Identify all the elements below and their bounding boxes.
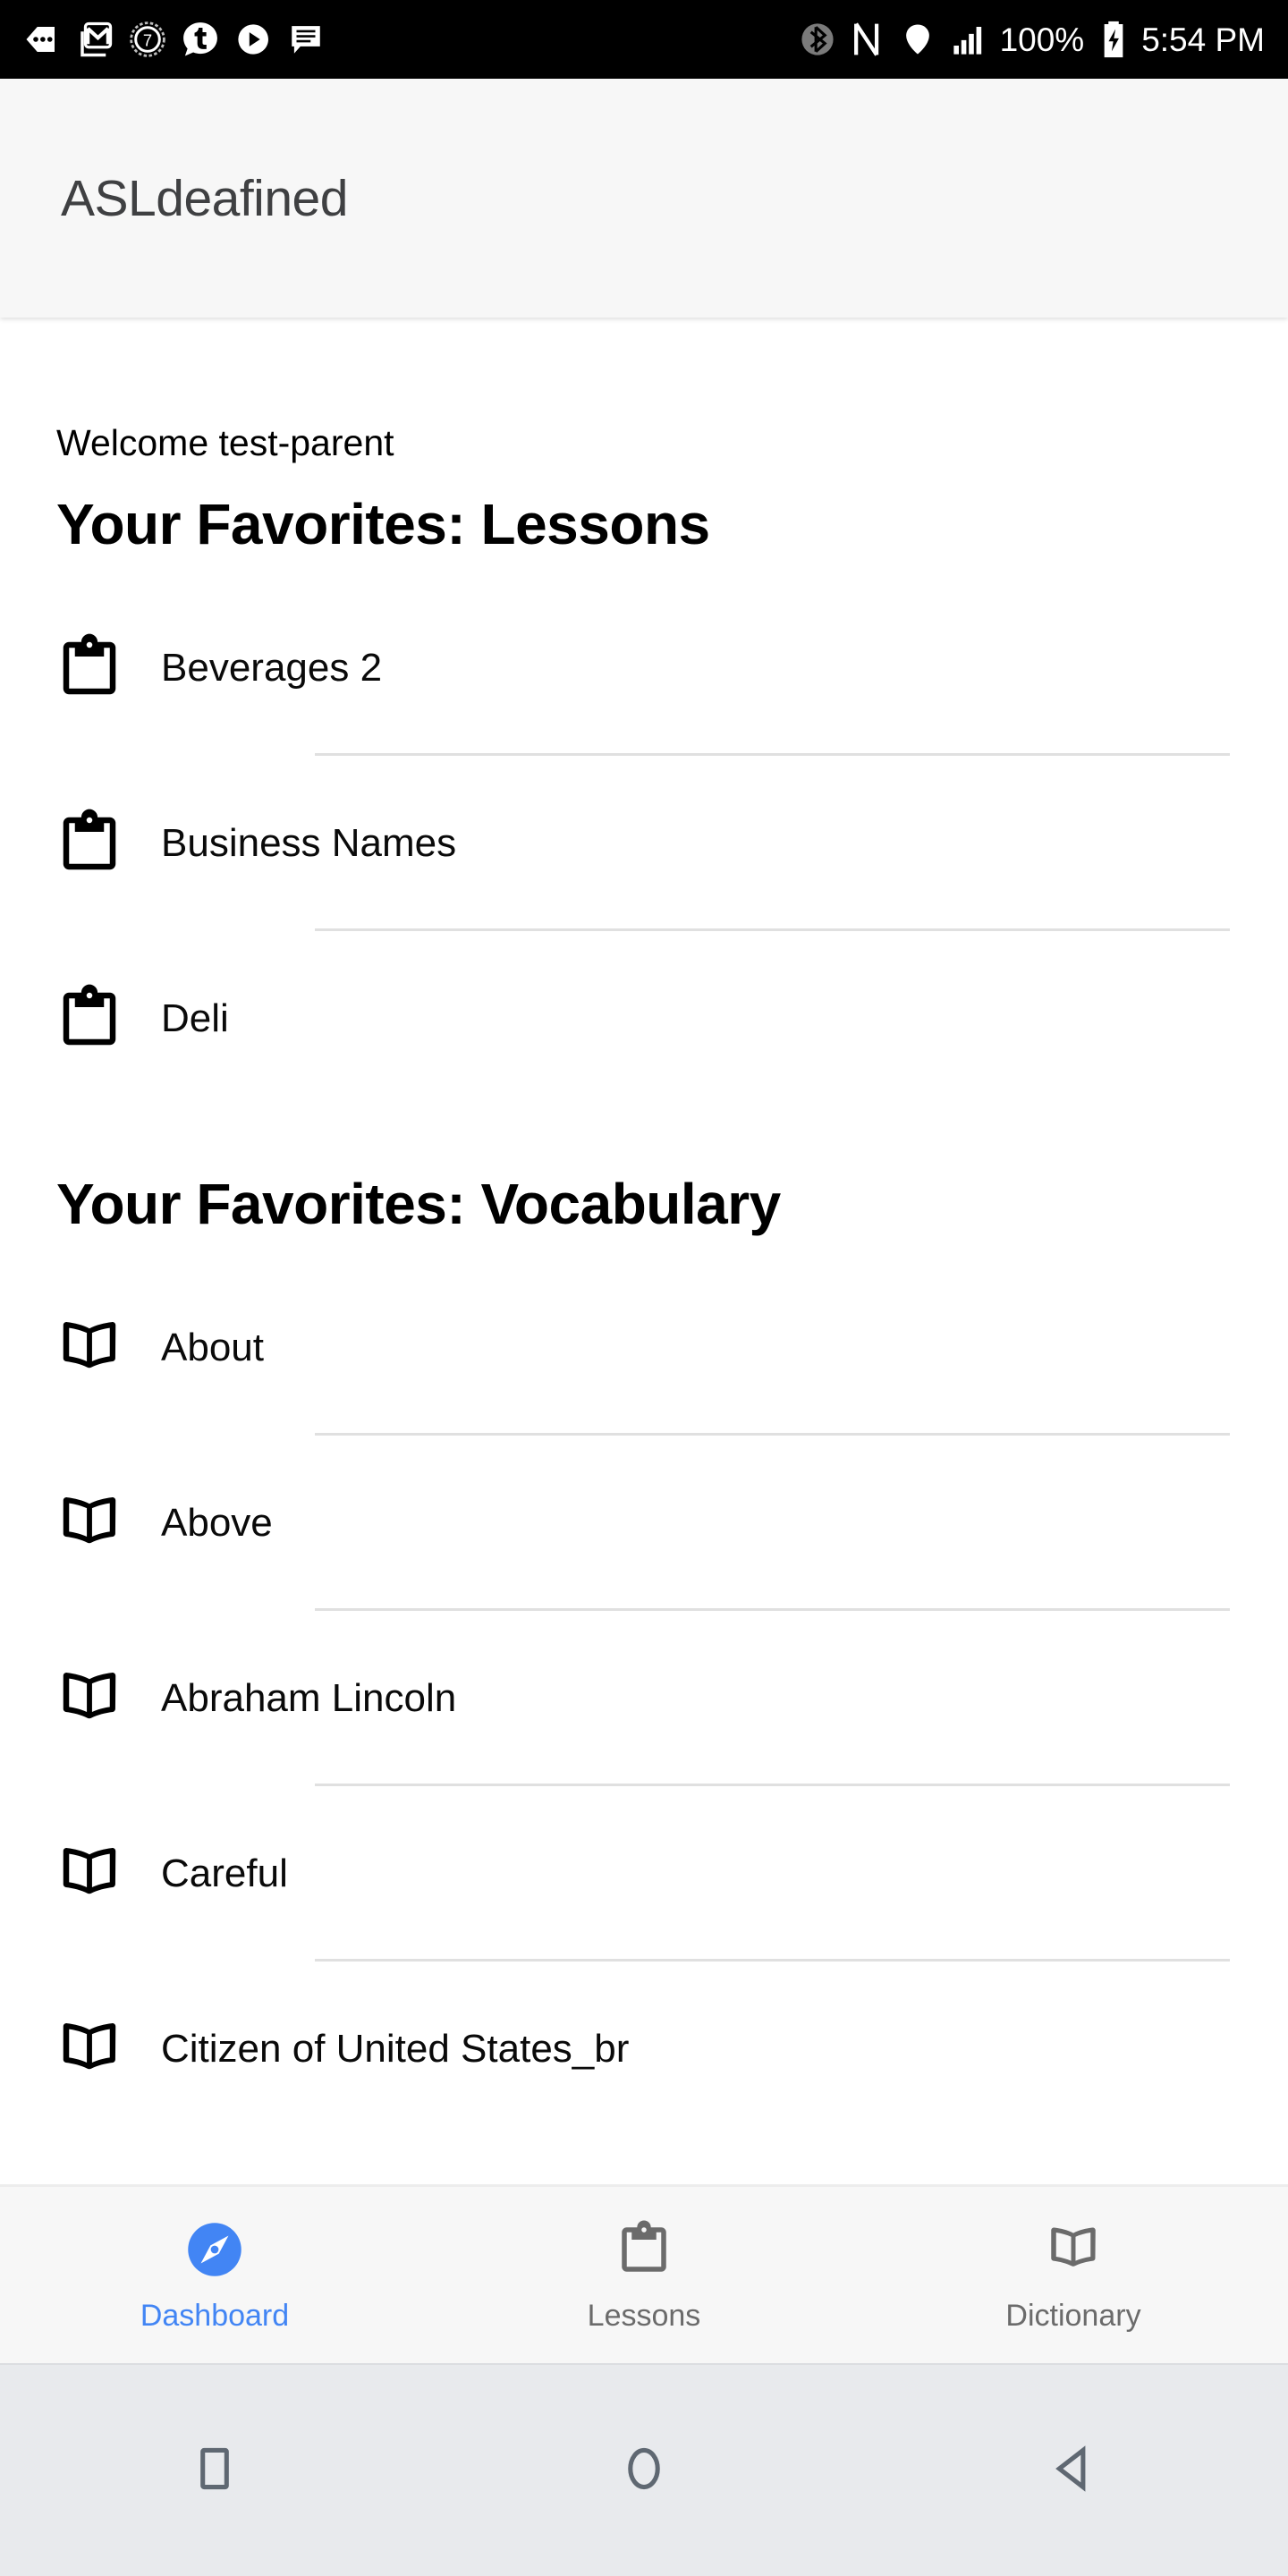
status-bar-left-icons: 7 xyxy=(23,21,325,58)
clipboard-icon xyxy=(0,633,161,703)
welcome-message: Welcome test-parent xyxy=(56,422,394,463)
bottom-navigation-bar: Dashboard Lessons Dictionary xyxy=(0,2184,1288,2363)
list-item[interactable]: Business Names xyxy=(0,756,1288,931)
list-item[interactable]: Beverages 2 xyxy=(0,580,1288,756)
back-button[interactable] xyxy=(859,2443,1288,2499)
home-button[interactable] xyxy=(429,2443,859,2499)
app-bar: ASLdeafined xyxy=(0,79,1288,318)
vocabulary-section-title: Your Favorites: Vocabulary xyxy=(56,1172,781,1236)
cellular-signal-icon xyxy=(950,21,987,58)
home-circle-icon xyxy=(618,2443,670,2499)
book-icon xyxy=(1044,2216,1103,2283)
list-item-label: About xyxy=(161,1326,264,1369)
recents-square-icon xyxy=(189,2443,241,2499)
status-bar-right-icons: 100% 5:54 PM xyxy=(798,19,1265,60)
recents-button[interactable] xyxy=(0,2443,429,2499)
wifi-icon xyxy=(898,20,937,59)
message-icon xyxy=(287,21,325,58)
nav-tab-lessons[interactable]: Lessons xyxy=(429,2187,859,2363)
nav-tab-label: Dictionary xyxy=(1005,2299,1141,2333)
list-item-label: Above xyxy=(161,1501,273,1545)
status-bar: 7 100% 5:54 PM xyxy=(0,0,1288,79)
book-icon xyxy=(0,1839,161,1909)
tumblr-icon xyxy=(182,21,219,58)
nav-tab-label: Lessons xyxy=(587,2299,701,2333)
list-item[interactable]: Citizen of United States_br xyxy=(0,1962,1288,2137)
bluetooth-icon xyxy=(798,20,837,59)
list-item-label: Business Names xyxy=(161,821,457,865)
svg-text:7: 7 xyxy=(143,31,152,50)
nfc-icon xyxy=(850,20,886,59)
list-item[interactable]: Deli xyxy=(0,931,1288,1106)
list-item-label: Careful xyxy=(161,1852,288,1895)
favorites-lessons-list: Beverages 2 Business Names Deli xyxy=(0,580,1288,1106)
android-system-navigation-bar xyxy=(0,2363,1288,2576)
favorites-vocabulary-list: About Above Abraham Lincoln Careful Citi… xyxy=(0,1260,1288,2137)
battery-charging-icon xyxy=(1098,19,1129,60)
seven-circle-icon: 7 xyxy=(129,21,166,58)
main-content[interactable]: Welcome test-parent Your Favorites: Less… xyxy=(0,318,1288,2184)
book-icon xyxy=(0,1664,161,1733)
list-item[interactable]: Abraham Lincoln xyxy=(0,1611,1288,1786)
gmail-icon xyxy=(76,21,114,58)
back-triangle-icon xyxy=(1047,2443,1099,2499)
nav-tab-label: Dashboard xyxy=(140,2299,290,2333)
nav-tab-dashboard[interactable]: Dashboard xyxy=(0,2187,429,2363)
list-item[interactable]: Above xyxy=(0,1436,1288,1611)
list-item-label: Citizen of United States_br xyxy=(161,2027,630,2071)
clock-label: 5:54 PM xyxy=(1141,21,1265,58)
book-icon xyxy=(0,2014,161,2084)
list-item[interactable]: Careful xyxy=(0,1786,1288,1962)
app-title: ASLdeafined xyxy=(61,169,348,227)
book-icon xyxy=(0,1488,161,1558)
nav-tab-dictionary[interactable]: Dictionary xyxy=(859,2187,1288,2363)
more-arrow-icon xyxy=(23,21,61,58)
clipboard-icon xyxy=(0,984,161,1054)
app-screen: 7 100% 5:54 PM ASLdeafined Welcome test-… xyxy=(0,0,1288,2576)
compass-explore-icon xyxy=(183,2216,246,2283)
list-item-label: Deli xyxy=(161,996,229,1040)
book-icon xyxy=(0,1313,161,1383)
clipboard-icon xyxy=(0,809,161,878)
list-item-label: Beverages 2 xyxy=(161,646,383,690)
battery-percent-label: 100% xyxy=(999,21,1085,58)
list-item-label: Abraham Lincoln xyxy=(161,1676,457,1720)
list-item[interactable]: About xyxy=(0,1260,1288,1436)
clipboard-icon xyxy=(614,2216,674,2283)
play-circle-icon xyxy=(234,21,272,58)
lessons-section-title: Your Favorites: Lessons xyxy=(56,492,710,556)
